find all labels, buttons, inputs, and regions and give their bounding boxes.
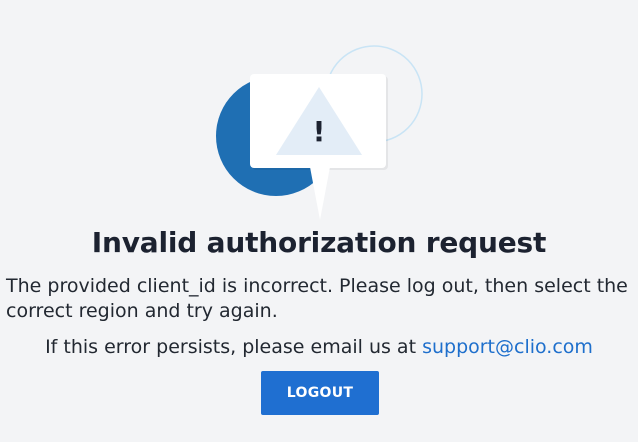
warning-exclamation: ! — [313, 115, 326, 148]
error-illustration: ! — [214, 44, 426, 232]
support-email-link[interactable]: support@clio.com — [422, 336, 593, 358]
support-help-prefix: If this error persists, please email us … — [45, 336, 423, 358]
support-help-text: If this error persists, please email us … — [0, 334, 638, 360]
callout-pointer — [310, 167, 330, 220]
warning-illustration-svg: ! — [216, 45, 423, 220]
error-page: ! Invalid authorization request The prov… — [0, 0, 638, 442]
error-title: Invalid authorization request — [91, 226, 547, 259]
error-message: The provided client_id is incorrect. Ple… — [6, 275, 628, 322]
logout-button[interactable]: LOGOUT — [261, 371, 379, 415]
